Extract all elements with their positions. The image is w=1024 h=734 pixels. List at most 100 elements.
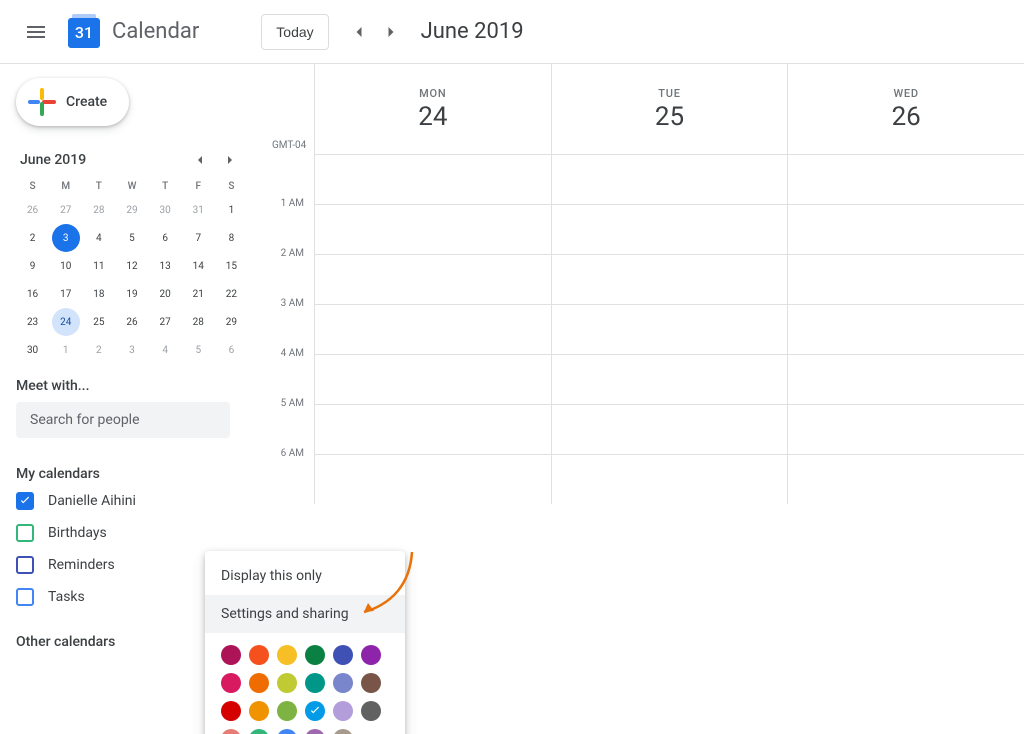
mini-day[interactable]: 1 [217,196,245,224]
color-swatch[interactable] [361,701,381,721]
mini-day[interactable]: 5 [184,336,212,364]
mini-day[interactable]: 5 [118,224,146,252]
time-cell[interactable] [787,455,1024,504]
mini-day[interactable]: 6 [217,336,245,364]
color-swatch[interactable] [221,701,241,721]
calendar-checkbox[interactable] [16,524,34,542]
mini-day[interactable]: 19 [118,280,146,308]
mini-day[interactable]: 20 [151,280,179,308]
mini-day[interactable]: 27 [52,196,80,224]
mini-day[interactable]: 6 [151,224,179,252]
mini-day[interactable]: 26 [19,196,47,224]
mini-day[interactable]: 2 [19,224,47,252]
calendar-item[interactable]: Danielle Aihini [16,492,248,510]
color-swatch[interactable] [221,645,241,665]
color-swatch[interactable] [305,645,325,665]
time-cell[interactable] [551,355,788,404]
color-swatch[interactable] [305,701,325,721]
mini-day[interactable]: 4 [85,224,113,252]
mini-day[interactable]: 29 [217,308,245,336]
mini-prev-month-button[interactable] [188,148,212,172]
mini-day[interactable]: 3 [118,336,146,364]
mini-day[interactable]: 27 [151,308,179,336]
time-cell[interactable] [787,405,1024,454]
mini-day[interactable]: 31 [184,196,212,224]
mini-day[interactable]: 10 [52,252,80,280]
color-swatch[interactable] [249,701,269,721]
color-swatch[interactable] [305,729,325,734]
mini-day[interactable]: 28 [85,196,113,224]
mini-day[interactable]: 1 [52,336,80,364]
time-cell[interactable] [551,155,788,204]
next-period-button[interactable] [375,16,407,48]
menu-icon[interactable] [12,8,60,56]
calendar-checkbox[interactable] [16,492,34,510]
prev-period-button[interactable] [343,16,375,48]
time-cell[interactable] [551,255,788,304]
color-swatch[interactable] [333,701,353,721]
time-cell[interactable] [314,305,551,354]
search-people-input[interactable]: Search for people [16,402,230,438]
color-swatch[interactable] [221,673,241,693]
color-swatch[interactable] [305,673,325,693]
time-cell[interactable] [551,405,788,454]
mini-day[interactable]: 4 [151,336,179,364]
settings-and-sharing-item[interactable]: Settings and sharing [205,595,405,633]
mini-day[interactable]: 29 [118,196,146,224]
mini-day[interactable]: 12 [118,252,146,280]
display-this-only-item[interactable]: Display this only [205,557,405,595]
mini-day[interactable]: 18 [85,280,113,308]
time-cell[interactable] [314,355,551,404]
calendar-item[interactable]: Birthdays [16,524,248,542]
time-cell[interactable] [314,405,551,454]
mini-day[interactable]: 30 [19,336,47,364]
time-cell[interactable] [551,455,788,504]
color-swatch[interactable] [333,645,353,665]
color-swatch[interactable] [333,673,353,693]
mini-day[interactable]: 25 [85,308,113,336]
time-cell[interactable] [314,155,551,204]
color-swatch[interactable] [249,673,269,693]
mini-day[interactable]: 28 [184,308,212,336]
mini-day[interactable]: 21 [184,280,212,308]
time-cell[interactable] [787,355,1024,404]
today-button[interactable]: Today [261,14,328,50]
mini-day[interactable]: 17 [52,280,80,308]
mini-day[interactable]: 15 [217,252,245,280]
mini-day[interactable]: 16 [19,280,47,308]
mini-day[interactable]: 24 [52,308,80,336]
calendar-checkbox[interactable] [16,556,34,574]
time-cell[interactable] [551,305,788,354]
mini-day[interactable]: 26 [118,308,146,336]
mini-day[interactable]: 8 [217,224,245,252]
mini-day[interactable]: 2 [85,336,113,364]
time-cell[interactable] [787,255,1024,304]
mini-day[interactable]: 13 [151,252,179,280]
color-swatch[interactable] [249,729,269,734]
mini-day[interactable]: 14 [184,252,212,280]
mini-day[interactable]: 22 [217,280,245,308]
mini-day[interactable]: 30 [151,196,179,224]
time-cell[interactable] [314,255,551,304]
mini-next-month-button[interactable] [218,148,242,172]
color-swatch[interactable] [361,645,381,665]
time-cell[interactable] [314,455,551,504]
time-cell[interactable] [551,205,788,254]
create-button[interactable]: Create [16,78,129,126]
color-swatch[interactable] [221,729,241,734]
mini-day[interactable]: 11 [85,252,113,280]
time-cell[interactable] [314,205,551,254]
time-cell[interactable] [787,155,1024,204]
color-swatch[interactable] [277,729,297,734]
color-swatch[interactable] [277,673,297,693]
mini-day[interactable]: 7 [184,224,212,252]
time-cell[interactable] [787,205,1024,254]
mini-day[interactable]: 9 [19,252,47,280]
color-swatch[interactable] [249,645,269,665]
calendar-checkbox[interactable] [16,588,34,606]
mini-day[interactable]: 23 [19,308,47,336]
color-swatch[interactable] [277,701,297,721]
color-swatch[interactable] [277,645,297,665]
mini-day[interactable]: 3 [52,224,80,252]
color-swatch[interactable] [361,673,381,693]
